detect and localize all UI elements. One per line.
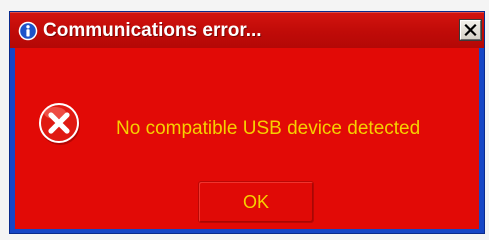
close-icon — [464, 24, 477, 36]
title-bar[interactable]: Communications error... — [10, 12, 484, 48]
error-message: No compatible USB device detected — [116, 118, 421, 139]
ok-button[interactable]: OK — [198, 181, 314, 223]
ok-button-label: OK — [242, 191, 269, 212]
dialog-title: Communications error... — [43, 20, 262, 41]
info-icon — [18, 21, 38, 41]
error-icon — [39, 103, 80, 145]
close-button[interactable] — [459, 19, 482, 41]
screenshot-canvas: Communications error... No compatible US… — [0, 0, 489, 240]
error-dialog: Communications error... No compatible US… — [9, 11, 485, 234]
dialog-body: No compatible USB device detected OK — [15, 48, 479, 229]
